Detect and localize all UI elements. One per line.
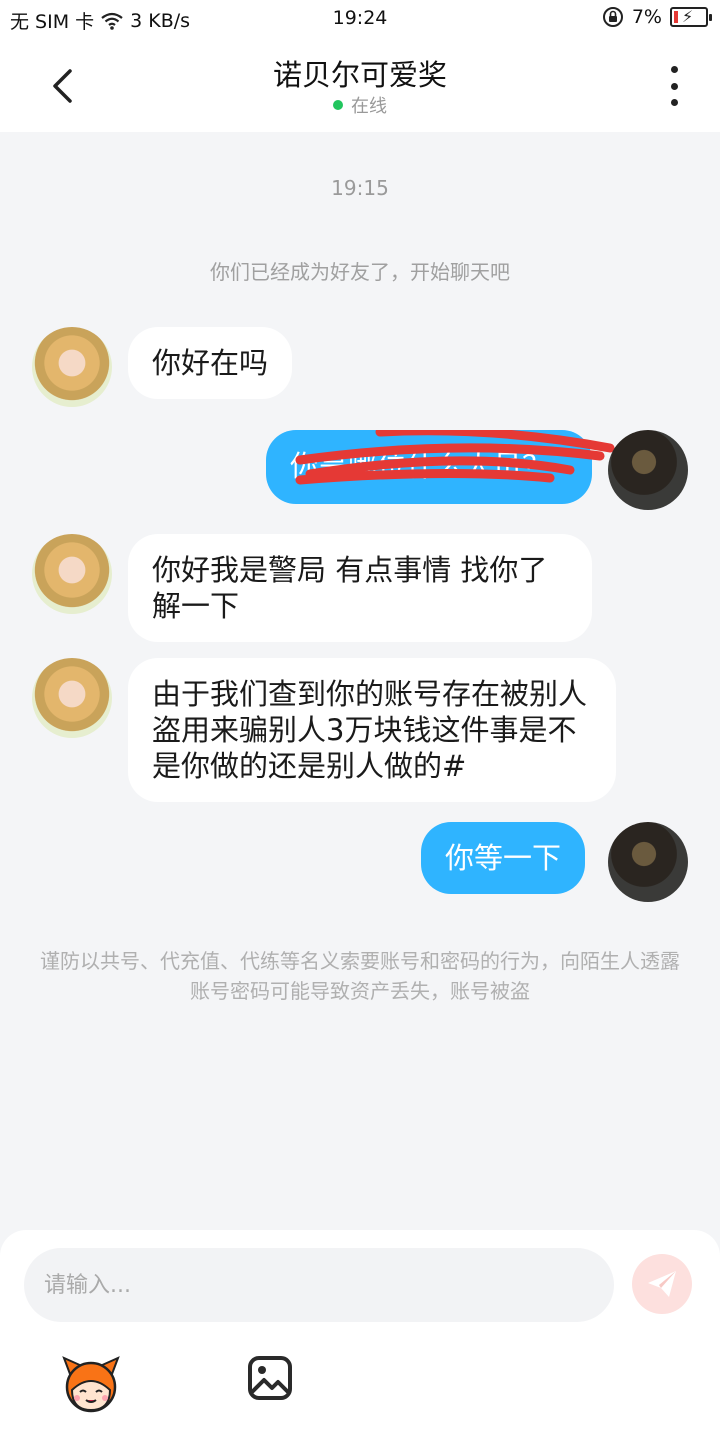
contact-avatar[interactable] — [32, 534, 112, 614]
online-dot-icon — [333, 100, 343, 110]
message-bubble-incoming[interactable]: 你好在吗 — [128, 327, 293, 399]
my-avatar[interactable] — [608, 430, 688, 510]
image-button[interactable] — [246, 1354, 294, 1402]
system-note: 你们已经成为好友了，开始聊天吧 — [210, 260, 510, 284]
message-bubble-outgoing[interactable]: 你是哪位什么人员？ — [266, 430, 592, 504]
battery-percent: 7% — [631, 6, 662, 28]
security-warning: 谨防以共号、代充值、代练等名义索要账号和密码的行为，向陌生人透露账号密码可能导致… — [40, 949, 680, 1003]
image-icon — [248, 1356, 292, 1400]
send-button[interactable] — [632, 1254, 692, 1314]
message-timestamp: 19:15 — [331, 176, 389, 200]
contact-avatar[interactable] — [32, 658, 112, 738]
message-bubble-incoming[interactable]: 由于我们查到你的账号存在被别人盗用来骗别人3万块钱这件事是不是你做的还是别人做的… — [128, 658, 616, 802]
battery-icon: ⚡ — [670, 7, 712, 27]
more-vertical-icon — [670, 66, 678, 73]
send-icon — [648, 1271, 676, 1297]
message-bubble-incoming[interactable]: 你好我是警局 有点事情 找你了解一下 — [128, 534, 592, 642]
emoji-sticker-icon — [62, 1356, 120, 1413]
chat-header: 诺贝尔可爱奖 在线 — [0, 38, 720, 132]
online-status: 在线 — [0, 92, 720, 118]
more-dot — [670, 99, 678, 106]
contact-avatar[interactable] — [32, 327, 112, 407]
more-options-button[interactable] — [658, 66, 690, 106]
message-bubble-outgoing[interactable]: 你等一下 — [421, 822, 586, 894]
more-dot — [670, 82, 678, 90]
status-bar: 无 SIM 卡 3 KB/s 19:24 7% ⚡ — [0, 0, 720, 38]
online-status-label: 在线 — [351, 96, 387, 117]
chat-area[interactable]: 19:15 你们已经成为好友了，开始聊天吧 你好在吗 你是哪位什么人员？ 你好我… — [0, 132, 720, 1230]
my-avatar[interactable] — [608, 822, 688, 902]
message-input[interactable] — [24, 1248, 614, 1322]
emoji-sticker-button[interactable] — [58, 1352, 124, 1418]
lock-rotation-icon — [602, 7, 623, 27]
input-bar — [0, 1230, 720, 1440]
status-right: 7% ⚡ — [602, 6, 712, 28]
chat-title: 诺贝尔可爱奖 — [272, 58, 447, 92]
